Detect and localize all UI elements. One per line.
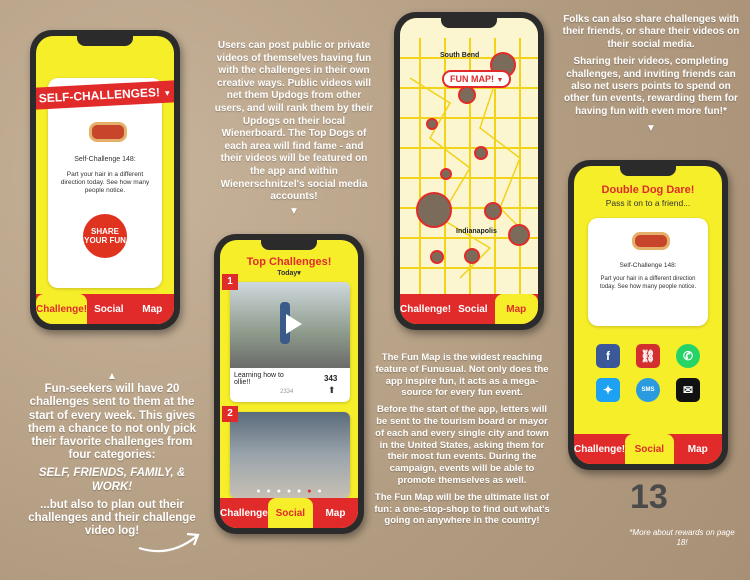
top-challenges-title: Top Challenges!	[246, 256, 332, 268]
challenge-title: Self-Challenge 148:	[74, 156, 136, 163]
map-view[interactable]: South Bend Indianapolis	[400, 18, 538, 294]
curved-arrow-icon	[138, 532, 200, 553]
tab-challenge[interactable]: Challenge!	[400, 294, 451, 324]
map-pin[interactable]	[508, 224, 530, 246]
share-description: Folks can also share challenges with the…	[560, 14, 742, 136]
phone-screen: Top Challenges! Today▾ Learning how to o…	[220, 240, 358, 528]
video-card[interactable]: Learning how to ollie!! 2334 343 ⬆	[230, 282, 350, 402]
caret-down-icon: ▼	[496, 77, 504, 84]
phone-self-challenges: SELF-CHALLENGES! ▼ Self-Challenge 148: P…	[30, 30, 180, 330]
challenge-body: Part your hair in a different direction …	[599, 276, 697, 290]
city-label-south-bend: South Bend	[440, 52, 480, 59]
link-icon[interactable]: ⛓	[636, 344, 660, 368]
map-pin[interactable]	[464, 248, 480, 264]
tab-bar: Challenge! Social Map	[400, 294, 538, 324]
pagination-dots[interactable]: ● ● ● ● ● ● ●	[250, 488, 330, 495]
phone-screen: Double Dog Dare! Pass it on to a friend.…	[574, 166, 722, 464]
tab-bar: Challenge! Social Map	[36, 294, 174, 324]
tab-map[interactable]: Map	[674, 434, 722, 464]
tab-social[interactable]: Social	[267, 498, 313, 528]
video-caption: Learning how to ollie!!	[234, 372, 284, 386]
updog-icon[interactable]: ⬆	[328, 385, 336, 396]
double-dog-dare-title: Double Dog Dare!	[601, 184, 695, 196]
email-icon[interactable]: ✉	[676, 378, 700, 402]
arrow-down-icon: ▼	[646, 123, 656, 135]
footnote: *More about rewards on page 18!	[629, 528, 735, 547]
tab-map[interactable]: Map	[494, 294, 538, 324]
sms-icon[interactable]: SMS	[636, 378, 660, 402]
fun-map-badge[interactable]: FUN MAP! ▼	[442, 70, 512, 88]
twitter-icon[interactable]: ✦	[596, 378, 620, 402]
phone-double-dog-dare: Double Dog Dare! Pass it on to a friend.…	[568, 160, 728, 470]
hotdog-icon	[632, 232, 670, 250]
facebook-icon[interactable]: f	[596, 344, 620, 368]
tab-social[interactable]: Social	[625, 434, 674, 464]
tab-map[interactable]: Map	[313, 498, 358, 528]
video-thumbnail	[230, 412, 350, 498]
social-description: Users can post public or private videos …	[214, 40, 374, 217]
page-number: 13	[630, 478, 668, 516]
caret-down-icon[interactable]: ▼	[163, 89, 171, 98]
city-label-indianapolis: Indianapolis	[456, 228, 497, 235]
rank-badge-2: 2	[222, 406, 238, 422]
tab-bar: Challenge! Social Map	[574, 434, 722, 464]
challenge-body: Part your hair in a different direction …	[60, 171, 150, 194]
pass-it-on-subtitle: Pass it on to a friend...	[605, 198, 691, 208]
whatsapp-icon[interactable]: ✆	[676, 344, 700, 368]
tab-map[interactable]: Map	[131, 294, 174, 324]
tab-bar: Challenge Social Map	[220, 498, 358, 528]
hotdog-icon	[89, 122, 127, 142]
map-pin[interactable]	[426, 118, 438, 130]
map-pin[interactable]	[484, 202, 502, 220]
tab-challenge[interactable]: Challenge!	[36, 294, 88, 324]
tab-challenge[interactable]: Challenge!	[574, 434, 625, 464]
play-icon[interactable]	[286, 314, 302, 334]
tab-social[interactable]: Social	[87, 294, 130, 324]
map-pin[interactable]	[458, 86, 476, 104]
tab-challenge[interactable]: Challenge	[220, 498, 268, 528]
arrow-up-icon: ▲	[107, 371, 117, 382]
rank-badge-1: 1	[222, 274, 238, 290]
map-pin[interactable]	[440, 168, 452, 180]
challenges-description: ▲ Fun-seekers will have 20 challenges se…	[27, 371, 197, 538]
tab-social[interactable]: Social	[451, 294, 494, 324]
caption-count: 2334	[280, 389, 294, 395]
fun-map-description: The Fun Map is the widest reaching featu…	[374, 352, 550, 527]
phone-fun-map: South Bend Indianapolis FUN MAP! ▼ Chall…	[394, 12, 544, 330]
video-card[interactable]	[230, 412, 350, 498]
arrow-down-icon: ▼	[289, 205, 299, 217]
phone-top-challenges: Top Challenges! Today▾ Learning how to o…	[214, 234, 364, 534]
map-pin[interactable]	[474, 146, 488, 160]
map-pin[interactable]	[430, 250, 444, 264]
today-dropdown[interactable]: Today▾	[220, 269, 358, 277]
share-your-fun-button[interactable]: SHARE YOUR FUN	[83, 214, 127, 258]
updog-count: 343	[324, 374, 338, 383]
challenge-title: Self-Challenge 148:	[619, 262, 677, 269]
phone-screen: SELF-CHALLENGES! ▼ Self-Challenge 148: P…	[36, 36, 174, 324]
phone-screen: South Bend Indianapolis FUN MAP! ▼ Chall…	[400, 18, 538, 324]
map-pin[interactable]	[416, 192, 452, 228]
